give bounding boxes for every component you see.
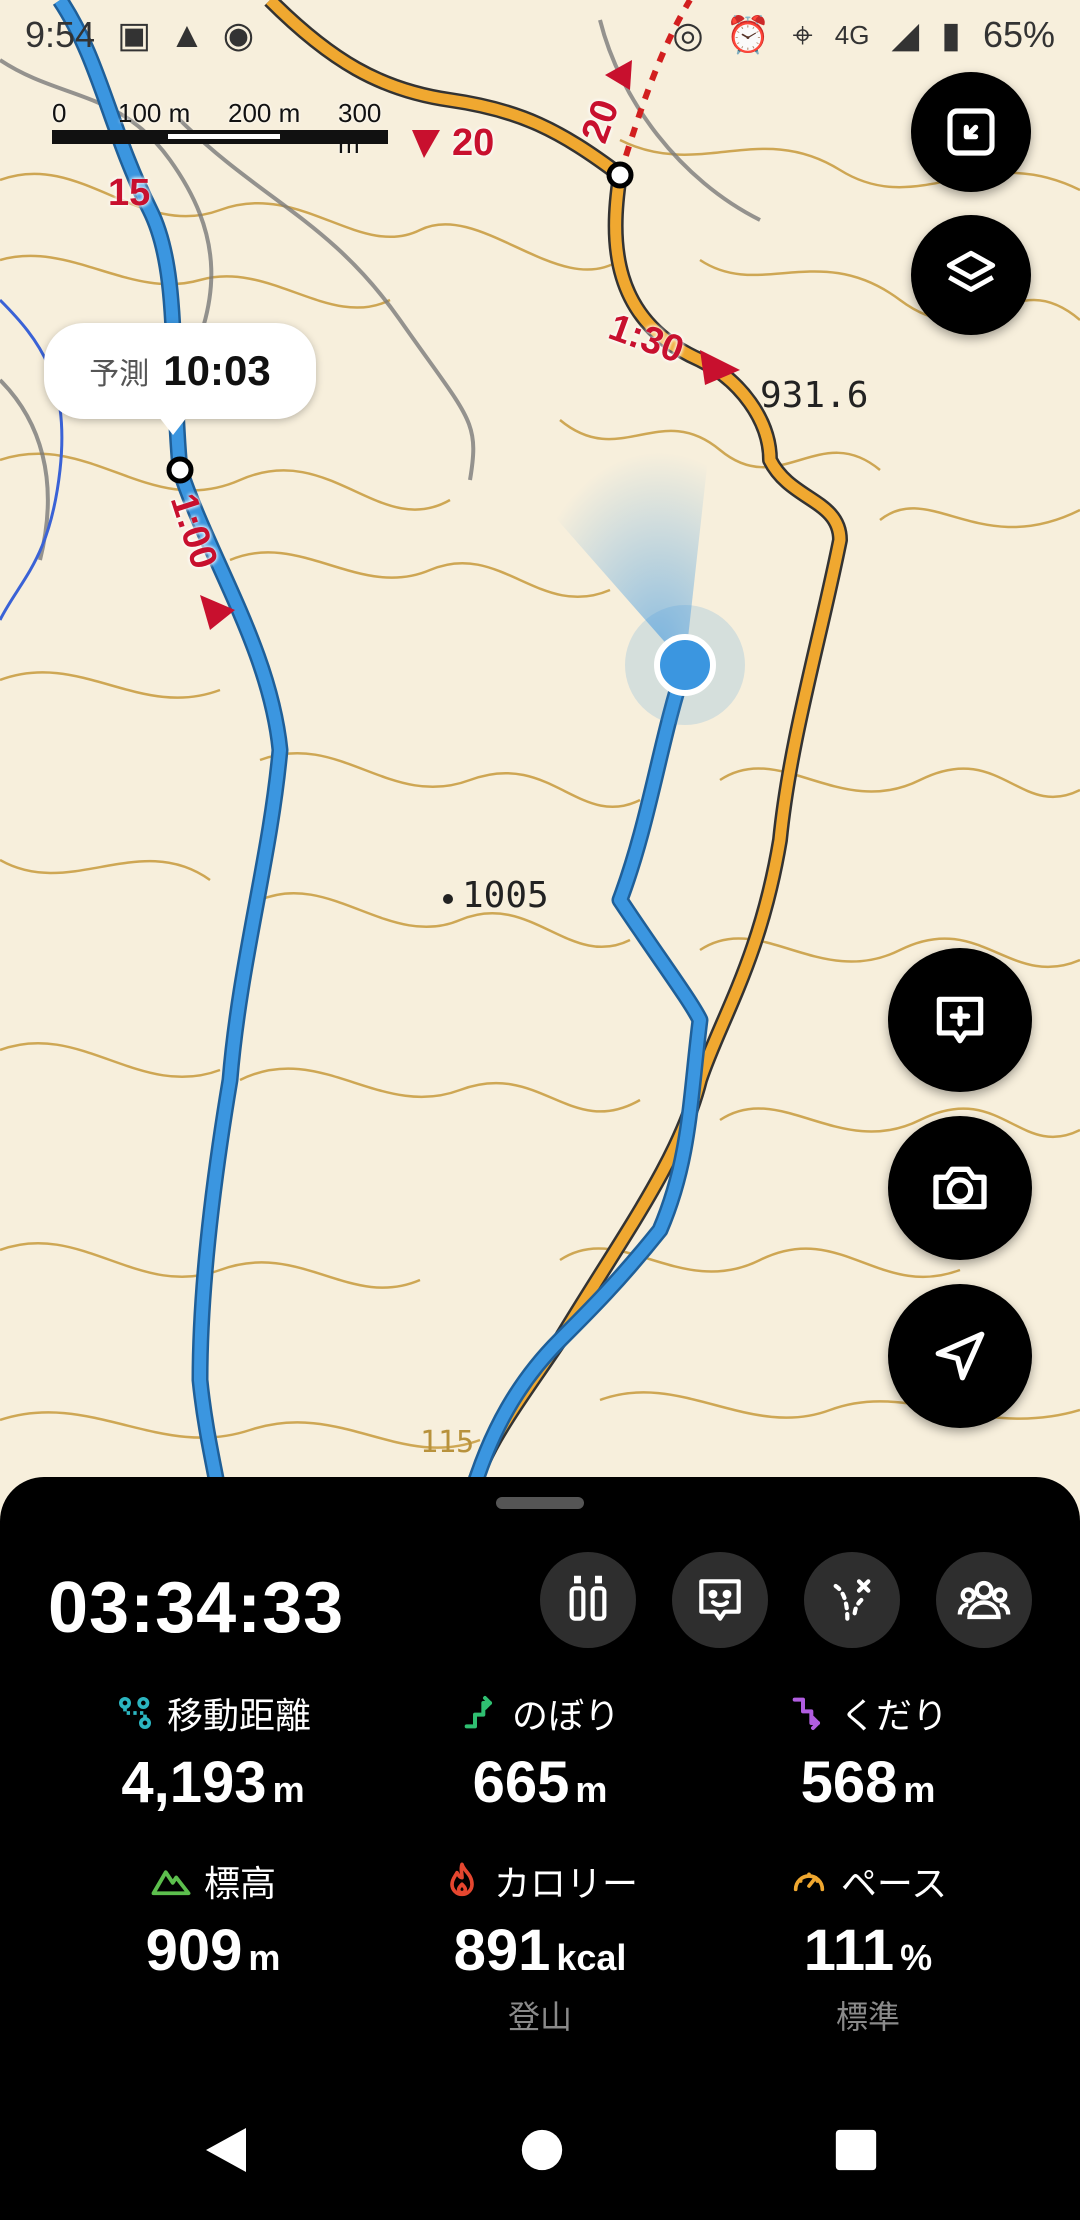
fit-screen-button[interactable] [911,72,1031,192]
stat-label: ペース [840,1863,948,1904]
route-time-label: 15 [108,172,151,214]
speedometer-icon [793,1872,825,1892]
fit-screen-icon [947,108,995,156]
navigation-icon [935,1331,985,1381]
face-memo-button[interactable] [672,1552,768,1648]
battery-level: 65% [982,14,1055,55]
navigation-button[interactable] [888,1284,1032,1428]
home-icon[interactable] [520,2128,564,2172]
stat-value: 4,193 [121,1750,267,1815]
signal-icon: ◢ [891,14,920,55]
stat-value: 111 [803,1918,895,1983]
wifi-icon: ◉ [222,14,255,55]
stat-unit: % [900,1937,933,1978]
route-edit-button[interactable] [804,1552,900,1648]
stat-label: のぼり [511,1695,620,1736]
spot-height-label: 931.6 [760,375,869,416]
system-nav-bar [0,2080,1080,2220]
scale-label: 300 m [338,98,382,159]
stat-label: くだり [839,1695,948,1736]
contour-label: 115 [420,1425,475,1460]
mountain-icon [151,1870,191,1896]
stat-calories: カロリー 891 kcal 登山 [370,1855,710,2038]
group-icon [957,1580,1011,1620]
stat-value: 909 [145,1918,243,1983]
stat-distance: 移動距離 4,193 m [43,1687,383,1816]
network-type: 4G [834,19,870,50]
route-time-label: 20 [452,122,495,164]
stat-unit: kcal [556,1937,627,1978]
layers-button[interactable] [911,215,1031,335]
supplies-button[interactable] [540,1552,636,1648]
camera-button[interactable] [888,1116,1032,1260]
location-icon: ⌖ [792,13,813,55]
scale-label: 100 m [118,98,191,128]
recents-icon[interactable] [834,2128,878,2172]
status-bar: 9:54 ▣ ▲ ◉ ◎ ⏰ ⌖ 4G ◢ ▮ 65% [0,0,1080,70]
scale-label: 200 m [228,98,301,128]
stat-ascent: のぼり 665 m [370,1687,710,1816]
battery-icon: ▮ [941,14,961,55]
nfc-icon: ◎ [672,14,704,55]
stat-pace: ペース 111% 標準 [698,1855,1038,2038]
scale-bar [52,130,388,144]
map-scale: 0 100 m 200 m 300 m [52,98,388,159]
back-icon[interactable] [202,2124,250,2176]
stat-label: 移動距離 [166,1695,311,1736]
stat-descent: くだり 568 m [698,1687,1038,1816]
scale-label: 0 [52,98,67,128]
topographic-map[interactable] [0,0,1080,1500]
status-time: 9:54 [25,14,96,55]
add-memo-button[interactable] [888,948,1032,1092]
flame-icon [450,1862,474,1897]
stat-unit: m [272,1769,305,1810]
stat-value: 891 [453,1918,551,1983]
alarm-icon: ⏰ [725,14,771,55]
box-icon: ▣ [117,14,152,55]
stat-value: 665 [472,1750,570,1815]
activity-sheet[interactable]: 03:34:33 移動距離 4,193 m のぼり 665 m くだり 568 … [0,1477,1080,2220]
eta-label: 予測 [89,358,150,391]
stat-sub: 標準 [835,1999,900,2035]
warning-icon: ▲ [169,14,205,55]
eta-time: 10:03 [163,347,271,394]
group-button[interactable] [936,1552,1032,1648]
layers-icon [946,250,996,292]
eta-bubble[interactable]: 予測 10:03 [44,323,316,435]
descent-icon [792,1697,820,1730]
spot-height-label: 1005 [462,875,549,916]
stat-unit: m [575,1769,608,1810]
stat-unit: m [248,1937,281,1978]
water-bottles-icon [569,1575,607,1621]
stat-unit: m [903,1769,936,1810]
camera-icon [933,1166,987,1210]
add-memo-icon [936,996,984,1044]
ascent-icon [464,1696,492,1729]
stat-elevation: 標高 909 m [43,1855,383,1984]
stat-sub: 登山 [507,1999,572,2035]
face-memo-icon [699,1579,741,1621]
stat-value: 568 [800,1750,898,1815]
elapsed-time: 03:34:33 [48,1568,345,1648]
sheet-drag-handle[interactable] [496,1497,584,1509]
distance-icon [118,1697,151,1729]
stat-label: カロリー [493,1863,638,1904]
stat-label: 標高 [203,1863,276,1904]
route-edit-icon [833,1579,871,1621]
